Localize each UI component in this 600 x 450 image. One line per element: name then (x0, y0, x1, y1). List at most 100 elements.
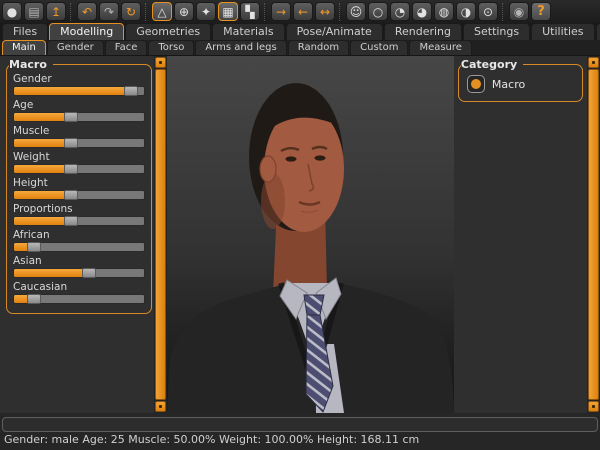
toolbar-separator (339, 3, 342, 21)
tab[interactable]: Files (2, 23, 48, 40)
tab[interactable]: Rendering (384, 23, 462, 40)
progress-bar (2, 417, 598, 432)
macro-slider[interactable]: Age (13, 99, 145, 122)
tab[interactable]: Arms and legs (195, 40, 286, 55)
slider-handle[interactable] (82, 268, 96, 278)
grid-icon[interactable]: ▦ (218, 2, 238, 21)
slider-fill (14, 165, 71, 173)
slider-label: Height (13, 177, 145, 189)
tab[interactable]: Utilities (531, 23, 594, 40)
tab[interactable]: Face (105, 40, 148, 55)
category-item[interactable]: Macro (465, 73, 576, 95)
background-icon[interactable]: ▚ (240, 2, 260, 21)
slider-handle[interactable] (27, 294, 41, 304)
left-scrollbar-up-button[interactable] (155, 57, 166, 68)
smooth-icon[interactable]: △ (152, 2, 172, 21)
tab[interactable]: Materials (212, 23, 284, 40)
slider-label: African (13, 229, 145, 241)
macro-slider[interactable]: Caucasian (13, 281, 145, 304)
back-view-icon[interactable]: ○ (368, 2, 388, 21)
symmetry-left-icon[interactable]: ← (293, 2, 313, 21)
main-body: Macro Gender Age Muscle Weight Height (0, 56, 600, 413)
left-scrollbar-down-button[interactable] (155, 401, 166, 412)
top-view-icon[interactable]: ◍ (434, 2, 454, 21)
right-scrollbar-down-button[interactable] (588, 401, 599, 412)
slider-handle[interactable] (64, 190, 78, 200)
slider-track[interactable] (13, 268, 145, 278)
slider-track[interactable] (13, 112, 145, 122)
front-view-icon[interactable]: ☺ (346, 2, 366, 21)
slider-handle[interactable] (64, 216, 78, 226)
tab[interactable]: Geometries (125, 23, 211, 40)
makehuman-window: ● ▤ ↥ ↶ ↷ ↻ △ ⊕ ✦ ▦ ▚ → ← ↔ ☺ ○ ◔ ◕ ◍ ◑ … (0, 0, 600, 450)
pose-icon[interactable]: ✦ (196, 2, 216, 21)
tab[interactable]: Settings (463, 23, 530, 40)
slider-fill (14, 139, 71, 147)
symmetry-icon[interactable]: ↔ (315, 2, 335, 21)
slider-handle[interactable] (27, 242, 41, 252)
macro-slider[interactable]: Asian (13, 255, 145, 278)
tab[interactable]: Gender (47, 40, 104, 55)
left-scrollbar-thumb[interactable] (155, 69, 166, 400)
tab[interactable]: Custom (350, 40, 408, 55)
category-panel-title: Category (461, 58, 523, 71)
slider-track[interactable] (13, 216, 145, 226)
tab[interactable]: Measure (409, 40, 472, 55)
toolbar-separator (70, 3, 73, 21)
slider-label: Asian (13, 255, 145, 267)
slider-label: Caucasian (13, 281, 145, 293)
right-scrollbar-thumb[interactable] (588, 69, 599, 400)
help-icon[interactable]: ? (531, 2, 551, 21)
slider-fill (14, 113, 71, 121)
macro-slider[interactable]: African (13, 229, 145, 252)
load-icon[interactable]: ↥ (46, 2, 66, 21)
slider-label: Proportions (13, 203, 145, 215)
macro-slider[interactable]: Height (13, 177, 145, 200)
slider-track[interactable] (13, 138, 145, 148)
tab[interactable]: Torso (148, 40, 194, 55)
sub-tab-bar: MainGenderFaceTorsoArms and legsRandomCu… (0, 40, 600, 56)
slider-track[interactable] (13, 242, 145, 252)
symmetry-right-icon[interactable]: → (271, 2, 291, 21)
toolbar-separator (502, 3, 505, 21)
tab[interactable]: Modelling (49, 23, 124, 40)
slider-handle[interactable] (64, 138, 78, 148)
slider-track[interactable] (13, 294, 145, 304)
toolbar: ● ▤ ↥ ↶ ↷ ↻ △ ⊕ ✦ ▦ ▚ → ← ↔ ☺ ○ ◔ ◕ ◍ ◑ … (0, 0, 600, 23)
slider-fill (14, 217, 71, 225)
tab[interactable]: Pose/Animate (286, 23, 383, 40)
new-mesh-icon[interactable]: ● (2, 2, 22, 21)
save-icon[interactable]: ▤ (24, 2, 44, 21)
reset-icon[interactable]: ↻ (121, 2, 141, 21)
undo-icon[interactable]: ↶ (77, 2, 97, 21)
category-group: Category Macro (458, 58, 583, 102)
profile-view-icon[interactable]: ◕ (412, 2, 432, 21)
tab[interactable]: Help (596, 23, 600, 40)
viewport-3d[interactable] (167, 56, 454, 413)
slider-track[interactable] (13, 164, 145, 174)
tab[interactable]: Random (288, 40, 349, 55)
toolbar-separator (145, 3, 148, 21)
slider-handle[interactable] (64, 112, 78, 122)
macro-slider-group: Macro Gender Age Muscle Weight Height (6, 58, 152, 314)
left-scrollbar[interactable] (154, 56, 167, 413)
radio-icon[interactable] (467, 75, 485, 93)
macro-slider[interactable]: Muscle (13, 125, 145, 148)
macro-slider[interactable]: Proportions (13, 203, 145, 226)
macro-slider[interactable]: Weight (13, 151, 145, 174)
zoom-fit-icon[interactable]: ⊙ (478, 2, 498, 21)
slider-track[interactable] (13, 190, 145, 200)
slider-handle[interactable] (64, 164, 78, 174)
redo-icon[interactable]: ↷ (99, 2, 119, 21)
side-view-icon[interactable]: ◔ (390, 2, 410, 21)
macro-slider[interactable]: Gender (13, 73, 145, 96)
split-view-icon[interactable]: ◑ (456, 2, 476, 21)
toolbar-separator (264, 3, 267, 21)
right-scrollbar[interactable] (587, 56, 600, 413)
wireframe-icon[interactable]: ⊕ (174, 2, 194, 21)
tab[interactable]: Main (2, 40, 46, 55)
right-scrollbar-up-button[interactable] (588, 57, 599, 68)
slider-handle[interactable] (124, 86, 138, 96)
slider-track[interactable] (13, 86, 145, 96)
grab-screen-icon[interactable]: ◉ (509, 2, 529, 21)
